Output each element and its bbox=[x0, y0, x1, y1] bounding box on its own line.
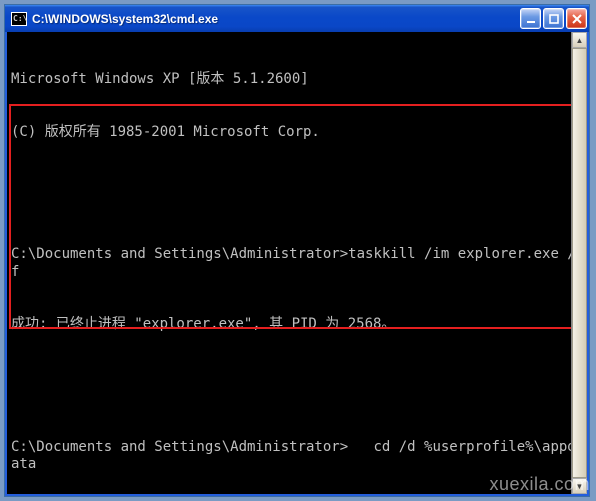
minimize-button[interactable] bbox=[520, 8, 541, 29]
terminal-output[interactable]: Microsoft Windows XP [版本 5.1.2600] (C) 版… bbox=[5, 32, 589, 496]
titlebar[interactable]: C:\ C:\WINDOWS\system32\cmd.exe bbox=[5, 5, 589, 32]
prompt: C:\Documents and Settings\Administrator> bbox=[11, 246, 348, 262]
scroll-track[interactable] bbox=[572, 48, 587, 478]
header-line: (C) 版权所有 1985-2001 Microsoft Corp. bbox=[11, 124, 581, 142]
scroll-down-button[interactable]: ▼ bbox=[572, 478, 587, 494]
window-controls bbox=[520, 8, 587, 29]
cmd-window: C:\ C:\WINDOWS\system32\cmd.exe Microsof… bbox=[4, 4, 590, 497]
header-line: Microsoft Windows XP [版本 5.1.2600] bbox=[11, 71, 581, 89]
cmd-line: C:\Documents and Settings\Administrator>… bbox=[11, 439, 581, 474]
cmd-line: C:\Documents and Settings\Administrator>… bbox=[11, 246, 581, 281]
output-line: 成功: 已终止进程 "explorer.exe", 其 PID 为 2568。 bbox=[11, 316, 581, 334]
blank-line bbox=[11, 176, 581, 194]
close-button[interactable] bbox=[566, 8, 587, 29]
window-title: C:\WINDOWS\system32\cmd.exe bbox=[32, 12, 520, 26]
vertical-scrollbar[interactable]: ▲ ▼ bbox=[571, 32, 587, 494]
scroll-thumb[interactable] bbox=[572, 48, 587, 478]
scroll-up-button[interactable]: ▲ bbox=[572, 32, 587, 48]
maximize-button[interactable] bbox=[543, 8, 564, 29]
prompt: C:\Documents and Settings\Administrator> bbox=[11, 439, 348, 455]
blank-line bbox=[11, 369, 581, 387]
cmd-icon: C:\ bbox=[11, 12, 27, 26]
